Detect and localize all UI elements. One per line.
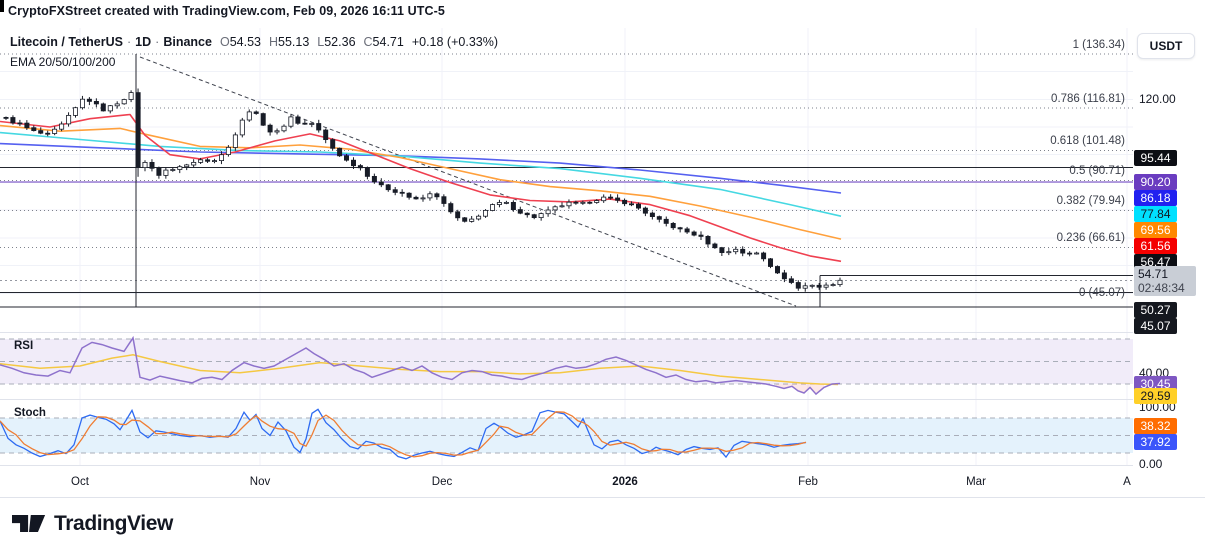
- price-badge: 90.20: [1134, 174, 1177, 190]
- exchange-label: Binance: [163, 35, 212, 49]
- time-axis-label: 2026: [612, 476, 638, 488]
- time-axis-label: Oct: [71, 476, 89, 488]
- pane-separator[interactable]: [0, 332, 1205, 333]
- close-key: C: [363, 35, 373, 49]
- fib-level-label: 0.5 (90.71): [1069, 164, 1125, 177]
- price-badge: 69.56: [1134, 222, 1177, 238]
- rsi-pane-label[interactable]: RSI: [14, 340, 33, 352]
- legend-separator: ·: [126, 35, 132, 49]
- tradingview-logo[interactable]: TradingView: [12, 512, 173, 536]
- tradingview-logo-text: TradingView: [54, 512, 173, 535]
- price-badge: 38.32: [1134, 418, 1177, 434]
- change-value: +0.18 (+0.33%): [411, 35, 498, 49]
- ema-indicator-legend[interactable]: EMA 20/50/100/200: [10, 55, 115, 69]
- legend-separator: ·: [155, 35, 160, 49]
- open-value: 54.53: [229, 35, 261, 49]
- fib-level-label: 1 (136.34): [1072, 38, 1125, 51]
- bar-countdown: 02:48:34: [1138, 281, 1185, 295]
- open-key: O: [219, 35, 230, 49]
- pane-separator: [0, 465, 1205, 466]
- candlestick-series: [3, 88, 843, 292]
- fib-level-label: 0.236 (66.61): [1056, 231, 1125, 244]
- high-key: H: [268, 35, 278, 49]
- price-badge: 61.56: [1134, 238, 1177, 254]
- price-scale-tick: 120.00: [1139, 92, 1176, 106]
- time-axis-label: Nov: [249, 476, 271, 488]
- time-axis-label: A: [1123, 476, 1131, 488]
- fib-level-label: 0.618 (101.48): [1050, 135, 1125, 148]
- price-badge: 50.27: [1134, 302, 1177, 318]
- chart-canvas[interactable]: [0, 0, 1205, 552]
- price-badge: 95.44: [1134, 150, 1177, 166]
- tradingview-logo-icon: [12, 515, 46, 533]
- price-scale-tick: 0.00: [1139, 457, 1163, 471]
- symbol-name[interactable]: Litecoin / TetherUS: [10, 35, 123, 49]
- close-value: 54.71: [372, 35, 404, 49]
- axis-bottom-border: [0, 497, 1205, 498]
- time-axis-label: Feb: [798, 476, 818, 488]
- time-axis-label: Mar: [966, 476, 986, 488]
- stoch-pane-label[interactable]: Stoch: [14, 407, 46, 419]
- time-axis-label: Dec: [431, 476, 453, 488]
- last-price-badge: 54.71 02:48:34: [1134, 266, 1196, 296]
- price-badge: 45.07: [1134, 318, 1177, 334]
- price-scale[interactable]: USDT 120.00 40.00 100.00 0.00 95.44 90.20 86.…: [1133, 28, 1205, 497]
- price-badge: 86.18: [1134, 190, 1177, 206]
- symbol-legend[interactable]: Litecoin / TetherUS · 1D · Binance O54.53 H55.…: [10, 35, 498, 49]
- ema-100-line: [0, 131, 842, 217]
- price-badge: 29.59: [1134, 388, 1177, 404]
- fib-level-label: 0.382 (79.94): [1056, 194, 1125, 207]
- low-value: 52.36: [324, 35, 356, 49]
- price-badge: 77.84: [1134, 206, 1177, 222]
- interval-label[interactable]: 1D: [135, 35, 151, 49]
- currency-unit-button[interactable]: USDT: [1137, 33, 1195, 59]
- fib-level-label: 0.786 (116.81): [1051, 92, 1125, 105]
- last-price-value: 54.71: [1138, 267, 1169, 281]
- fib-level-label: 0 (45.07): [1078, 286, 1125, 299]
- price-badge: 37.92: [1134, 434, 1177, 450]
- pane-separator[interactable]: [0, 399, 1205, 400]
- high-value: 55.13: [278, 35, 310, 49]
- tradingview-screenshot: CryptoFXStreet created with TradingView.…: [0, 0, 1205, 552]
